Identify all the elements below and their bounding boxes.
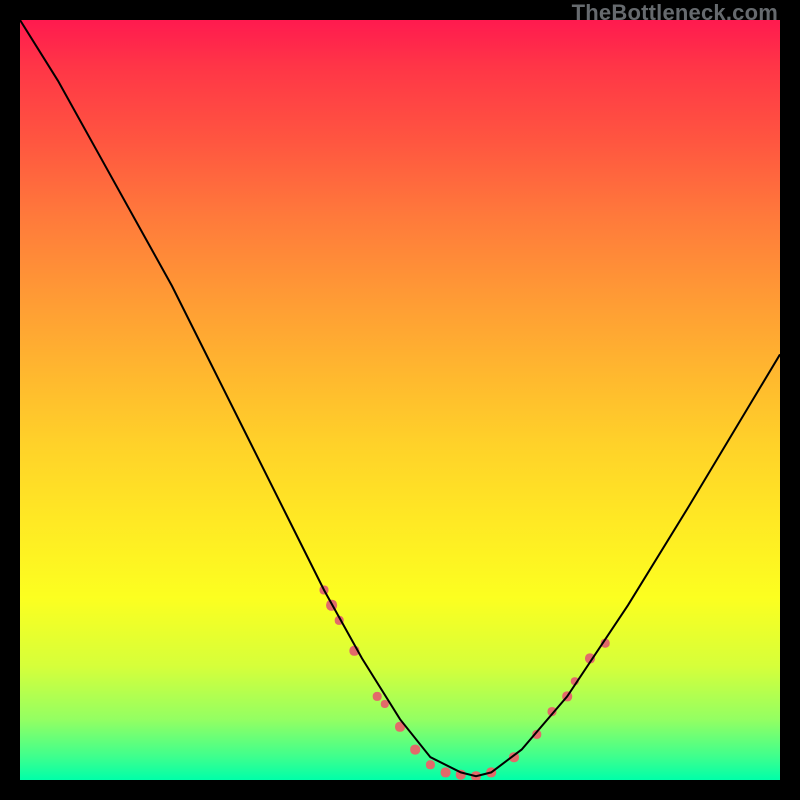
highlight-marker	[441, 767, 451, 777]
bottleneck-chart	[20, 20, 780, 780]
plot-area	[20, 20, 780, 780]
chart-frame: TheBottleneck.com	[0, 0, 800, 800]
highlight-marker	[410, 745, 420, 755]
highlight-markers	[320, 586, 610, 781]
highlight-marker	[373, 692, 382, 701]
bottleneck-curve	[20, 20, 780, 776]
highlight-marker	[426, 760, 435, 769]
